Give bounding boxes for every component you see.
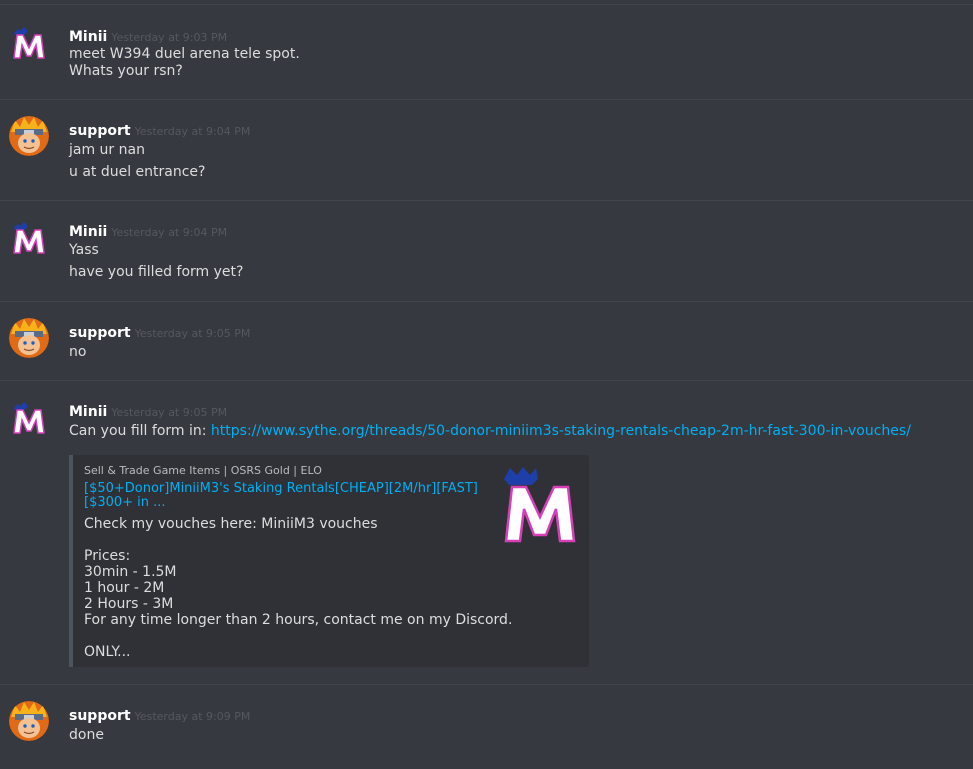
message-divider [0,4,973,5]
embed-description-line: 2 Hours - 3M [84,596,174,612]
embed-title-link[interactable]: [$50+Donor]MiniiM3's Staking Rentals[CHE… [84,482,479,510]
username[interactable]: support [69,123,131,139]
message-header: Minii Yesterday at 9:03 PM [69,26,227,45]
embed-description-line: ONLY... [84,644,131,660]
avatar-minii[interactable] [9,401,49,441]
message-header: support Yesterday at 9:09 PM [69,705,250,724]
message-text: done [69,727,104,743]
embed-description-line: For any time longer than 2 hours, contac… [84,612,513,628]
embed-description-line: 30min - 1.5M [84,564,177,580]
embed-description-line: 1 hour - 2M [84,580,165,596]
message-text: no [69,344,87,360]
timestamp: Yesterday at 9:03 PM [111,31,228,44]
naruto-avatar-icon [9,116,49,156]
message-header: support Yesterday at 9:05 PM [69,322,250,341]
message-divider [0,380,973,381]
avatar-support[interactable] [9,116,49,156]
message-divider [0,301,973,302]
avatar-minii[interactable] [9,221,49,261]
username[interactable]: Minii [69,29,107,45]
timestamp: Yesterday at 9:09 PM [134,710,251,723]
minii-logo-icon [9,26,49,66]
chat-message-list: Minii Yesterday at 9:03 PM meet W394 duel… [0,0,973,769]
username[interactable]: Minii [69,224,107,240]
timestamp: Yesterday at 9:04 PM [111,226,228,239]
link-embed: Sell & Trade Game Items | OSRS Gold | EL… [69,455,589,667]
avatar-support[interactable] [9,318,49,358]
timestamp: Yesterday at 9:05 PM [134,327,251,340]
message-text: Can you fill form in: https://www.sythe.… [69,423,911,439]
timestamp: Yesterday at 9:05 PM [111,406,228,419]
thread-link[interactable]: https://www.sythe.org/threads/50-donor-m… [211,423,911,439]
avatar-support[interactable] [9,701,49,741]
embed-description-line: Prices: [84,548,131,564]
message-divider [0,99,973,100]
message-text: Yass [69,242,99,258]
username[interactable]: Minii [69,404,107,420]
embed-description-line [84,628,512,644]
embed-description: Check my vouches here: MiniiM3 vouches P… [84,516,512,660]
minii-logo-icon [9,401,49,441]
message-header: support Yesterday at 9:04 PM [69,120,250,139]
timestamp: Yesterday at 9:04 PM [134,125,251,138]
naruto-avatar-icon [9,701,49,741]
message-divider [0,200,973,201]
message-divider [0,684,973,685]
embed-provider: Sell & Trade Game Items | OSRS Gold | EL… [84,464,322,477]
username[interactable]: support [69,325,131,341]
embed-description-line [84,532,512,548]
naruto-avatar-icon [9,318,49,358]
embed-description-line: Check my vouches here: MiniiM3 vouches [84,516,378,532]
username[interactable]: support [69,708,131,724]
embed-thumbnail[interactable] [500,465,580,545]
message-header: Minii Yesterday at 9:04 PM [69,221,227,240]
minii-logo-icon [9,221,49,261]
avatar-minii[interactable] [9,26,49,66]
message-text: have you filled form yet? [69,264,244,280]
message-header: Minii Yesterday at 9:05 PM [69,401,227,420]
message-text: meet W394 duel arena tele spot. [69,46,300,62]
message-text-prefix: Can you fill form in: [69,423,211,439]
minii-m-logo-icon [504,467,576,543]
message-text: Whats your rsn? [69,63,183,79]
message-text: jam ur nan [69,142,145,158]
message-text: u at duel entrance? [69,164,206,180]
